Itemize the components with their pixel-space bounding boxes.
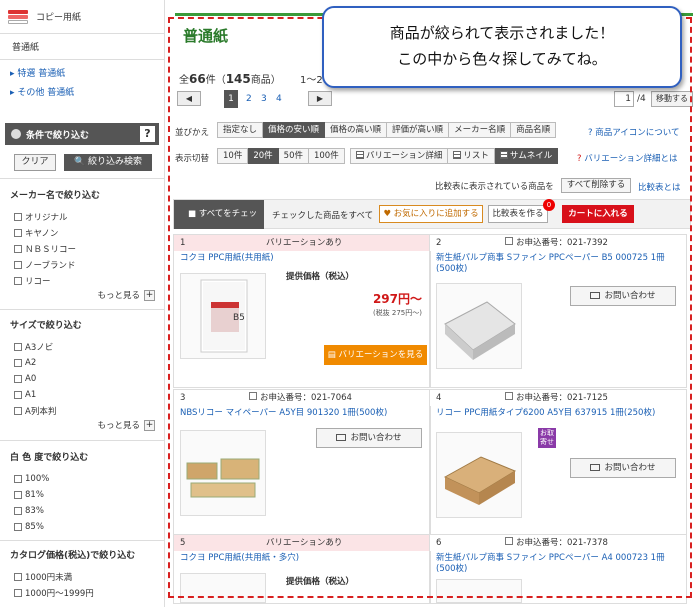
checkbox[interactable] <box>14 391 22 399</box>
paper-stack-icon <box>8 9 30 24</box>
filter-option[interactable]: A3ノビ <box>10 339 155 355</box>
sidebar-link-other[interactable]: ▸ その他 普通紙 <box>10 85 154 98</box>
callout-line-1: 商品が絞られて表示されました！ <box>389 24 615 42</box>
highlight-dashed-frame <box>168 17 692 598</box>
filter-option[interactable]: 1000円未満 <box>10 569 155 585</box>
checkbox[interactable] <box>14 277 22 285</box>
checkbox[interactable] <box>14 261 22 269</box>
filter-option[interactable]: ＮＢＳリコー <box>10 241 155 257</box>
checkbox[interactable] <box>14 213 22 221</box>
sidebar-category-header[interactable]: コピー用紙 <box>0 0 164 34</box>
filter-group-price: カタログ価格(税込)で絞り込む 1000円未満 1000円〜1999円 <box>10 548 155 601</box>
filter-option[interactable]: キヤノン <box>10 225 155 241</box>
filter-option[interactable]: オリジナル <box>10 209 155 225</box>
filter-option[interactable]: A2 <box>10 355 155 371</box>
filter-header: 条件で絞り込む ? <box>5 123 159 145</box>
gear-icon <box>11 129 21 139</box>
checkbox[interactable] <box>14 229 22 237</box>
checkbox[interactable] <box>14 343 22 351</box>
clear-button[interactable]: クリア <box>14 154 56 171</box>
filter-option[interactable]: リコー <box>10 273 155 289</box>
checkbox[interactable] <box>14 573 22 581</box>
checkbox[interactable] <box>14 475 22 483</box>
filter-option[interactable]: A0 <box>10 371 155 387</box>
filter-group-title: サイズで絞り込む <box>10 321 82 331</box>
filter-option[interactable]: 81% <box>10 487 155 503</box>
filter-group-whiteness: 白 色 度で絞り込む 100% 81% 83% 85% <box>10 450 155 535</box>
filter-group-title: 白 色 度で絞り込む <box>10 453 89 463</box>
filter-option[interactable]: 83% <box>10 503 155 519</box>
callout-bubble: 商品が絞られて表示されました！ この中から色々探してみてね。 <box>322 6 682 88</box>
sidebar-category-label: コピー用紙 <box>36 13 82 23</box>
plus-icon: + <box>144 419 155 431</box>
show-more-link[interactable]: もっと見る + <box>10 289 155 301</box>
checkbox[interactable] <box>14 245 22 253</box>
help-icon[interactable]: ? <box>140 126 155 142</box>
filter-option[interactable]: A列本判 <box>10 403 155 419</box>
filter-group-maker: メーカー名で絞り込む オリジナル キヤノン ＮＢＳリコー ノーブランド リコー … <box>10 188 155 301</box>
checkbox[interactable] <box>14 589 22 597</box>
filter-group-size: サイズで絞り込む A3ノビ A2 A0 A1 A列本判 もっと見る + <box>10 318 155 431</box>
sidebar-subcategory: 普通紙 <box>0 34 164 60</box>
filter-search-button[interactable]: 🔍 絞り込み検索 <box>64 154 152 171</box>
filter-option[interactable]: 85% <box>10 519 155 535</box>
checkbox[interactable] <box>14 491 22 499</box>
filter-group-title: メーカー名で絞り込む <box>10 191 101 201</box>
callout-line-2: この中から色々探してみてね。 <box>397 50 607 68</box>
filter-option[interactable]: A1 <box>10 387 155 403</box>
filter-option[interactable]: 100% <box>10 471 155 487</box>
checkbox[interactable] <box>14 359 22 367</box>
plus-icon: + <box>144 289 155 301</box>
filter-title: 条件で絞り込む <box>26 130 90 141</box>
filter-group-title: カタログ価格(税込)で絞り込む <box>10 551 136 561</box>
checkbox[interactable] <box>14 507 22 515</box>
sidebar: コピー用紙 普通紙 ▸ 特選 普通紙 ▸ その他 普通紙 条件で絞り込む ? ク… <box>0 0 165 607</box>
checkbox[interactable] <box>14 407 22 415</box>
filter-option[interactable]: 1000円〜1999円 <box>10 585 155 601</box>
show-more-link[interactable]: もっと見る + <box>10 419 155 431</box>
filter-option[interactable]: ノーブランド <box>10 257 155 273</box>
checkbox[interactable] <box>14 375 22 383</box>
checkbox[interactable] <box>14 523 22 531</box>
sidebar-link-special[interactable]: ▸ 特選 普通紙 <box>10 66 154 79</box>
